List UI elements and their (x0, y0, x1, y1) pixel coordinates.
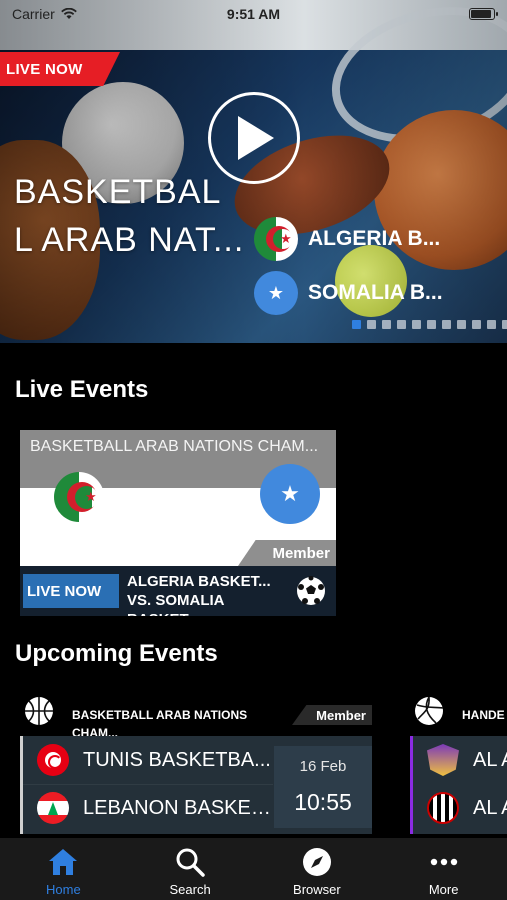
tab-label: Home (46, 882, 81, 897)
upcoming-date: 16 Feb (299, 758, 347, 775)
upcoming-team-row: AL A (427, 740, 507, 780)
page-dot[interactable] (397, 320, 406, 329)
live-card-match-title: ALGERIA BASKET... VS. SOMALIA BASKET... (127, 573, 271, 616)
page-dot[interactable] (412, 320, 421, 329)
volleyball-icon (415, 696, 444, 725)
status-bar: Carrier 9:51 AM (0, 0, 507, 28)
soccer-ball-icon (297, 576, 325, 605)
page-dot[interactable] (457, 320, 466, 329)
upcoming-team-name: TUNIS BASKETBA... (83, 748, 271, 771)
upcoming-card-body: TUNIS BASKETBA... LEBANON BASKET... 16 F… (20, 736, 372, 834)
upcoming-team-row: AL A (427, 788, 507, 828)
tab-more[interactable]: More (380, 838, 507, 900)
upcoming-card-header: HANDE (410, 694, 507, 736)
page-dot[interactable] (382, 320, 391, 329)
algeria-flag-icon: ★ (254, 217, 298, 261)
wifi-icon (60, 8, 77, 19)
page-dot[interactable] (352, 320, 361, 329)
club-crest-icon (427, 792, 459, 824)
hero-team-name: SOMALIA B... (308, 281, 443, 304)
somalia-flag-icon: ★ (254, 271, 298, 315)
battery-icon (469, 8, 498, 20)
page-dot[interactable] (427, 320, 436, 329)
tab-home[interactable]: Home (0, 838, 127, 900)
page-dot[interactable] (442, 320, 451, 329)
tab-browser[interactable]: Browser (254, 838, 381, 900)
tab-label: Browser (293, 882, 341, 897)
upcoming-card-header: BASKETBALL ARAB NATIONS CHAM... Member (20, 694, 372, 740)
hero-live-badge: LIVE NOW (0, 52, 120, 86)
member-badge: Member (292, 705, 372, 725)
algeria-flag-icon: ★ (54, 472, 104, 522)
page-dot[interactable] (502, 320, 507, 329)
page-dot[interactable] (472, 320, 481, 329)
page-dot[interactable] (367, 320, 376, 329)
live-card-footer: LIVE NOW ALGERIA BASKET... VS. SOMALIA B… (20, 566, 336, 616)
upcoming-team-name: LEBANON BASKET... (83, 796, 277, 819)
upcoming-card-body: AL A AL A (410, 736, 507, 834)
upcoming-team-name: AL A (473, 796, 507, 819)
row-divider (23, 784, 273, 785)
upcoming-event-card[interactable]: HANDE AL A AL A (410, 694, 507, 836)
upcoming-team-row: LEBANON BASKET... (37, 788, 277, 828)
home-icon (49, 849, 78, 875)
hero-banner[interactable]: LIVE NOW BASKETBAL L ARAB NAT... ★ ALGER… (0, 0, 507, 343)
upcoming-event-card[interactable]: BASKETBALL ARAB NATIONS CHAM... Member T… (20, 694, 372, 836)
tab-label: More (428, 882, 459, 897)
upcoming-team-name: AL A (473, 748, 507, 771)
hero-team-row-1: ★ ALGERIA B... (254, 216, 440, 262)
hero-team-name: ALGERIA B... (308, 227, 441, 250)
tab-label: Search (169, 882, 211, 897)
live-event-card[interactable]: BASKETBALL ARAB NATIONS CHAM... ★ ★ Memb… (20, 430, 336, 616)
upcoming-card-league: HANDE (462, 708, 505, 722)
upcoming-time-box: 16 Feb 10:55 (274, 746, 372, 828)
tunisia-flag-icon (37, 744, 69, 776)
lebanon-flag-icon (37, 792, 69, 824)
play-icon (238, 116, 274, 160)
somalia-flag-icon: ★ (260, 464, 320, 524)
live-events-heading: Live Events (15, 376, 149, 403)
tab-bar: Home Search Browser More (0, 838, 507, 900)
more-icon (430, 858, 457, 866)
hero-team-row-2: ★ SOMALIA B... (254, 270, 443, 316)
basketball-icon (25, 697, 53, 725)
compass-icon (302, 848, 331, 876)
member-badge: Member (238, 540, 336, 566)
club-crest-icon (427, 744, 459, 776)
upcoming-time: 10:55 (294, 789, 352, 815)
hero-title: BASKETBAL L ARAB NAT... (14, 173, 245, 259)
tab-search[interactable]: Search (127, 838, 254, 900)
live-card-live-badge: LIVE NOW (23, 574, 119, 608)
page-dot[interactable] (487, 320, 496, 329)
upcoming-events-heading: Upcoming Events (15, 640, 218, 667)
hero-page-indicator[interactable] (352, 320, 507, 329)
upcoming-team-row: TUNIS BASKETBA... (37, 740, 277, 780)
carrier-label: Carrier (12, 6, 55, 22)
search-icon (176, 848, 205, 877)
